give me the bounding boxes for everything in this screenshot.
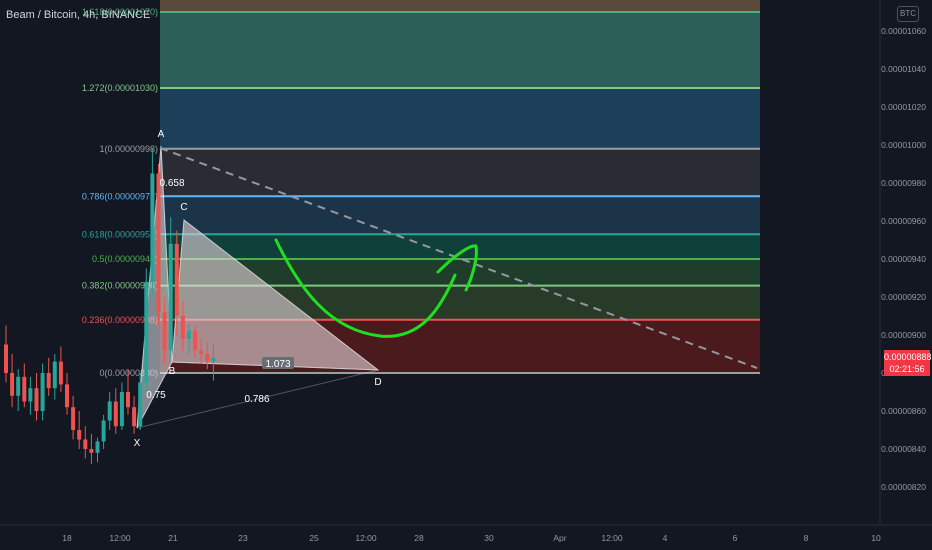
candle-body [119, 392, 124, 427]
price-tick-label: 0.00000860 [881, 406, 926, 416]
time-tick-label: 12:00 [355, 533, 377, 543]
time-tick-label: 30 [484, 533, 494, 543]
price-tick-label: 0.00000840 [881, 444, 926, 454]
candle-body [83, 439, 88, 449]
price-tick-label: 0.00000960 [881, 216, 926, 226]
time-tick-label: 25 [309, 533, 319, 543]
candle-body [180, 316, 185, 339]
price-tick-label: 0.00000920 [881, 292, 926, 302]
time-axis: 18 12:00 21 23 25 12:00 28 30 Apr 12:00 4 6 8 10 [62, 533, 881, 543]
candle-body [77, 430, 82, 440]
fib-level-label: 0.786(0.00000973) [82, 191, 158, 201]
price-tick-label: 0.00001060 [881, 26, 926, 36]
candle-body [168, 243, 173, 351]
candle-body [4, 344, 8, 373]
point-x-label: X [134, 438, 141, 449]
candle-body [205, 354, 210, 362]
candle-body [126, 392, 130, 408]
fib-level-label: 1.272(0.00001030) [82, 83, 158, 93]
candle-body [46, 373, 51, 389]
last-price-tag: 0.00000888 02:21:56 [884, 350, 932, 376]
price-tick-label: 0.00001040 [881, 64, 926, 74]
time-tick-label: 10 [871, 533, 881, 543]
price-tick-label: 0.00001000 [881, 140, 926, 150]
candle-body [16, 376, 21, 396]
fib-zone [160, 12, 760, 88]
candle-body [138, 382, 143, 427]
ratio-abc-label: 0.658 [159, 178, 184, 189]
candle-body [174, 243, 179, 316]
candle-body [40, 373, 45, 411]
candle-body [211, 357, 216, 362]
fib-zone [160, 234, 760, 259]
price-tick-label: 0.00000900 [881, 330, 926, 340]
time-tick-label: 6 [733, 533, 738, 543]
point-c-label: C [180, 202, 187, 213]
candle-body [52, 361, 57, 389]
fib-zone [160, 148, 760, 197]
bar-countdown: 02:21:56 [889, 364, 925, 374]
time-tick-label: 21 [168, 533, 178, 543]
price-tick-label: 0.00000820 [881, 482, 926, 492]
point-a-label: A [158, 129, 165, 140]
candle-body [58, 361, 63, 385]
time-tick-label: Apr [553, 533, 566, 543]
point-d-label: D [374, 377, 381, 388]
time-tick-label: 18 [62, 533, 72, 543]
candle-body [144, 281, 149, 383]
candlestick-chart[interactable]: 1.618(0.00001070)1.272(0.00001030)1(0.00… [0, 0, 932, 550]
candle-body [107, 401, 112, 421]
fib-zone-top [160, 0, 760, 12]
time-tick-label: 28 [414, 533, 424, 543]
candle-body [65, 384, 69, 408]
price-tick-label: 0.00001020 [881, 102, 926, 112]
price-tick-label: 0.00000980 [881, 178, 926, 188]
candle-body [28, 388, 33, 402]
fib-level-label: 1(0.00000998) [99, 144, 158, 154]
candle-body [193, 331, 198, 351]
candle-body [89, 449, 94, 453]
candle-body [95, 441, 100, 453]
candle-body [156, 173, 161, 313]
time-tick-label: 12:00 [601, 533, 623, 543]
ratio-bcd-label: 1.073 [265, 359, 290, 370]
fib-zone [160, 88, 760, 149]
time-tick-label: 12:00 [109, 533, 131, 543]
candle-body [22, 376, 27, 402]
ratio-xab-label: 0.75 [146, 390, 166, 401]
time-tick-label: 23 [238, 533, 248, 543]
time-tick-label: 4 [663, 533, 668, 543]
chart-title: Beam / Bitcoin, 4h, BINANCE [6, 9, 151, 21]
candle-body [150, 173, 155, 282]
point-b-label: B [169, 366, 176, 377]
price-tick-label: 0.00000940 [881, 254, 926, 264]
last-price: 0.00000888 [884, 352, 932, 362]
candle-body [162, 312, 167, 351]
candle-body [101, 420, 106, 442]
candle-body [187, 331, 191, 339]
candle-body [34, 388, 39, 411]
ratio-xad-label: 0.786 [244, 394, 269, 405]
currency-badge[interactable]: BTC [897, 6, 919, 22]
candle-body [71, 407, 76, 430]
fib-level-label: 0.618(0.00000953) [82, 229, 158, 239]
price-axis: 0.000008200.000008400.000008600.00000880… [881, 26, 926, 492]
candle-body [132, 407, 137, 427]
fib-level-label: 0.5(0.00000940) [92, 254, 158, 264]
fib-zone [160, 196, 760, 235]
time-tick-label: 8 [804, 533, 809, 543]
candle-body [10, 373, 15, 396]
candle-body [199, 350, 204, 354]
candle-body [113, 401, 118, 427]
